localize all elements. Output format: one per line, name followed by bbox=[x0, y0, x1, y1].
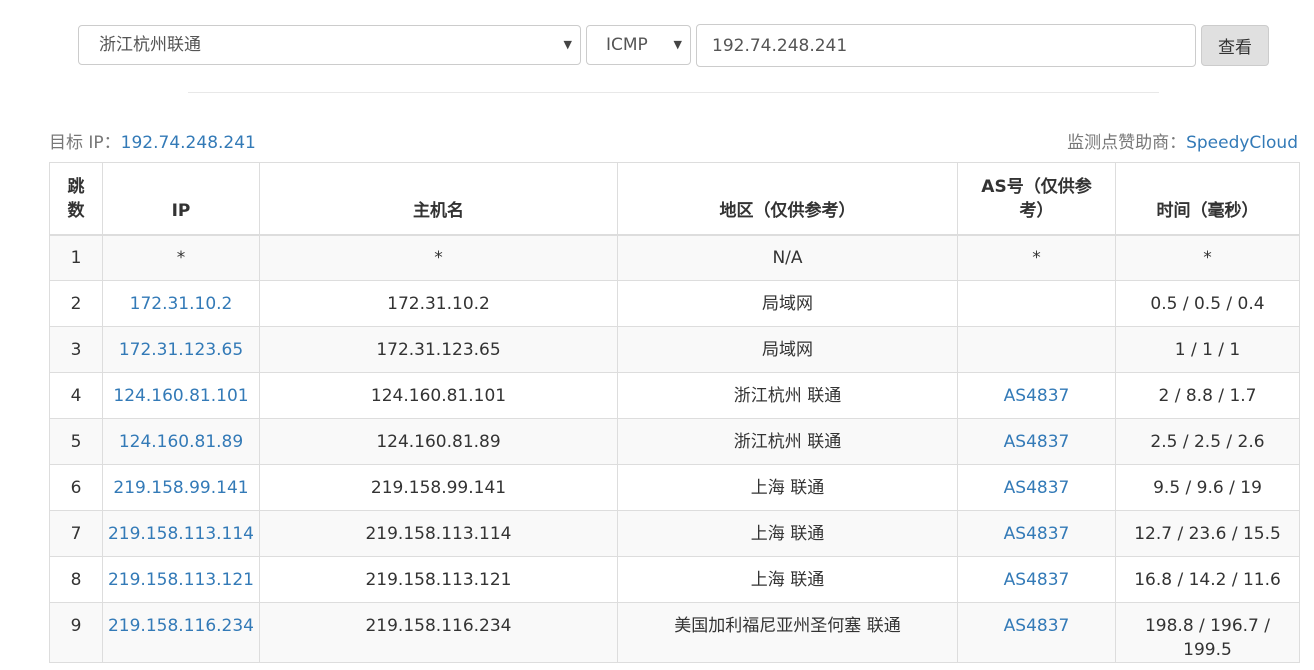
node-select-value: 浙江杭州联通 bbox=[99, 35, 201, 55]
col-header-region: 地区（仅供参考） bbox=[617, 162, 958, 236]
protocol-select-value: ICMP bbox=[606, 35, 648, 55]
table-row: 6 219.158.99.141 219.158.99.141 上海 联通 AS… bbox=[49, 464, 1300, 511]
ip-cell: * bbox=[102, 234, 260, 281]
as-cell bbox=[957, 280, 1116, 327]
region-cell: 上海 联通 bbox=[617, 556, 958, 603]
table-row: 5 124.160.81.89 124.160.81.89 浙江杭州 联通 AS… bbox=[49, 418, 1300, 465]
as-link[interactable]: AS4837 bbox=[957, 372, 1116, 419]
hostname-cell: 172.31.10.2 bbox=[259, 280, 618, 327]
col-header-hop: 跳数 bbox=[49, 162, 103, 236]
ip-link[interactable]: 219.158.113.121 bbox=[102, 556, 260, 603]
region-cell: 上海 联通 bbox=[617, 510, 958, 557]
target-input[interactable] bbox=[696, 24, 1196, 67]
target-label: 目标 IP： bbox=[49, 133, 121, 153]
region-cell: 局域网 bbox=[617, 326, 958, 373]
time-cell: 0.5 / 0.5 / 0.4 bbox=[1115, 280, 1300, 327]
hostname-cell: 219.158.99.141 bbox=[259, 464, 618, 511]
col-header-ip: IP bbox=[102, 162, 260, 236]
table-row: 2 172.31.10.2 172.31.10.2 局域网 0.5 / 0.5 … bbox=[49, 280, 1300, 327]
time-cell: 2.5 / 2.5 / 2.6 bbox=[1115, 418, 1300, 465]
table-row: 7 219.158.113.114 219.158.113.114 上海 联通 … bbox=[49, 510, 1300, 557]
hop-cell: 7 bbox=[49, 510, 103, 557]
chevron-down-icon: ▼ bbox=[563, 38, 572, 51]
hostname-cell: 219.158.116.234 bbox=[259, 602, 618, 663]
region-cell: 上海 联通 bbox=[617, 464, 958, 511]
time-cell: 198.8 / 196.7 / 199.5 bbox=[1115, 602, 1300, 663]
hop-cell: 5 bbox=[49, 418, 103, 465]
time-cell: 2 / 8.8 / 1.7 bbox=[1115, 372, 1300, 419]
region-cell: N/A bbox=[617, 234, 958, 281]
hop-cell: 4 bbox=[49, 372, 103, 419]
sponsor-info: 监测点赞助商：SpeedyCloud bbox=[1067, 128, 1298, 153]
table-row: 3 172.31.123.65 172.31.123.65 局域网 1 / 1 … bbox=[49, 326, 1300, 373]
hop-cell: 1 bbox=[49, 234, 103, 281]
node-select[interactable]: 浙江杭州联通 ▼ bbox=[78, 25, 581, 65]
hop-cell: 2 bbox=[49, 280, 103, 327]
ip-link[interactable]: 219.158.99.141 bbox=[102, 464, 260, 511]
region-cell: 美国加利福尼亚州圣何塞 联通 bbox=[617, 602, 958, 663]
table-row: 1 * * N/A * * bbox=[49, 234, 1300, 281]
hop-cell: 9 bbox=[49, 602, 103, 663]
time-cell: 1 / 1 / 1 bbox=[1115, 326, 1300, 373]
chevron-down-icon: ▼ bbox=[673, 38, 682, 51]
time-cell: * bbox=[1115, 234, 1300, 281]
hop-cell: 6 bbox=[49, 464, 103, 511]
ip-link[interactable]: 124.160.81.101 bbox=[102, 372, 260, 419]
ip-link[interactable]: 172.31.10.2 bbox=[102, 280, 260, 327]
hop-cell: 3 bbox=[49, 326, 103, 373]
ip-link[interactable]: 172.31.123.65 bbox=[102, 326, 260, 373]
time-cell: 9.5 / 9.6 / 19 bbox=[1115, 464, 1300, 511]
sponsor-label: 监测点赞助商： bbox=[1067, 133, 1187, 153]
col-header-as: AS号（仅供参考） bbox=[957, 162, 1116, 236]
table-row: 8 219.158.113.121 219.158.113.121 上海 联通 … bbox=[49, 556, 1300, 603]
protocol-select[interactable]: ICMP ▼ bbox=[586, 25, 691, 65]
hop-cell: 8 bbox=[49, 556, 103, 603]
as-link[interactable]: AS4837 bbox=[957, 556, 1116, 603]
hostname-cell: 219.158.113.114 bbox=[259, 510, 618, 557]
region-cell: 浙江杭州 联通 bbox=[617, 372, 958, 419]
table-row: 9 219.158.116.234 219.158.116.234 美国加利福尼… bbox=[49, 602, 1300, 663]
col-header-hostname: 主机名 bbox=[259, 162, 618, 236]
ip-link[interactable]: 219.158.113.114 bbox=[102, 510, 260, 557]
as-link[interactable]: AS4837 bbox=[957, 418, 1116, 465]
traceroute-table: 跳数 IP 主机名 地区（仅供参考） AS号（仅供参考） 时间（毫秒） 1 * … bbox=[49, 162, 1300, 663]
hostname-cell: 124.160.81.101 bbox=[259, 372, 618, 419]
table-header-row: 跳数 IP 主机名 地区（仅供参考） AS号（仅供参考） 时间（毫秒） bbox=[49, 162, 1300, 236]
search-bar: 浙江杭州联通 ▼ ICMP ▼ 查看 bbox=[78, 24, 1269, 67]
as-cell: * bbox=[957, 234, 1116, 281]
as-link[interactable]: AS4837 bbox=[957, 510, 1116, 557]
hostname-cell: * bbox=[259, 234, 618, 281]
divider bbox=[188, 92, 1159, 93]
time-cell: 16.8 / 14.2 / 11.6 bbox=[1115, 556, 1300, 603]
target-ip-link[interactable]: 192.74.248.241 bbox=[121, 133, 256, 153]
ip-link[interactable]: 124.160.81.89 bbox=[102, 418, 260, 465]
ip-link[interactable]: 219.158.116.234 bbox=[102, 602, 260, 663]
region-cell: 局域网 bbox=[617, 280, 958, 327]
hostname-cell: 172.31.123.65 bbox=[259, 326, 618, 373]
hostname-cell: 219.158.113.121 bbox=[259, 556, 618, 603]
hostname-cell: 124.160.81.89 bbox=[259, 418, 618, 465]
target-info: 目标 IP：192.74.248.241 bbox=[49, 128, 256, 153]
as-link[interactable]: AS4837 bbox=[957, 464, 1116, 511]
as-link[interactable]: AS4837 bbox=[957, 602, 1116, 663]
table-row: 4 124.160.81.101 124.160.81.101 浙江杭州 联通 … bbox=[49, 372, 1300, 419]
region-cell: 浙江杭州 联通 bbox=[617, 418, 958, 465]
as-cell bbox=[957, 326, 1116, 373]
col-header-time: 时间（毫秒） bbox=[1115, 162, 1300, 236]
sponsor-link[interactable]: SpeedyCloud bbox=[1186, 133, 1298, 153]
time-cell: 12.7 / 23.6 / 15.5 bbox=[1115, 510, 1300, 557]
query-button[interactable]: 查看 bbox=[1201, 25, 1269, 66]
